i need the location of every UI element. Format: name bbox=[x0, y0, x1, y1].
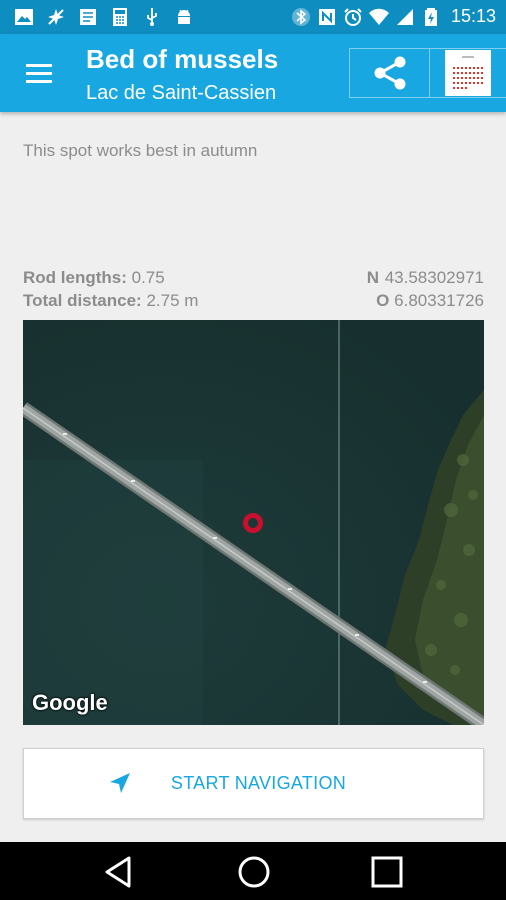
signal-icon bbox=[396, 8, 413, 25]
total-distance-value: 2.75 m bbox=[146, 291, 199, 310]
satellite-map[interactable]: Google bbox=[23, 320, 484, 725]
latitude-row: N 43.58302971 bbox=[367, 266, 484, 289]
rod-lengths-value: 0.75 bbox=[131, 268, 165, 287]
android-icon bbox=[178, 9, 190, 24]
total-distance-label: Total distance: bbox=[23, 291, 142, 310]
app-bar: Bed of mussels Lac de Saint-Cassien bbox=[0, 34, 506, 112]
start-navigation-button[interactable]: START NAVIGATION bbox=[23, 748, 484, 819]
notes-icon bbox=[80, 9, 96, 25]
hamburger-icon bbox=[26, 64, 52, 83]
rod-lengths-row: Rod lengths: 0.75 bbox=[23, 266, 198, 289]
google-attribution: Google bbox=[32, 690, 108, 715]
page-title: Bed of mussels bbox=[86, 44, 279, 74]
total-distance-row: Total distance: 2.75 m bbox=[23, 289, 198, 312]
rod-lengths-label: Rod lengths: bbox=[23, 268, 127, 287]
nfc-icon bbox=[318, 8, 335, 25]
menu-button[interactable] bbox=[18, 56, 58, 90]
longitude-value: 6.80331726 bbox=[394, 291, 484, 310]
navigation-arrow-icon bbox=[110, 773, 130, 793]
spot-coordinates: N 43.58302971 O 6.80331726 bbox=[367, 266, 484, 312]
system-navigation-bar bbox=[0, 842, 506, 900]
image-icon bbox=[15, 9, 33, 25]
alarm-icon bbox=[344, 7, 362, 26]
clock: 15:13 bbox=[450, 6, 496, 26]
calendar-button[interactable] bbox=[429, 48, 506, 98]
battery-icon bbox=[424, 7, 437, 26]
latitude-label: N bbox=[366, 268, 379, 287]
calendar-icon bbox=[445, 50, 491, 96]
longitude-row: O 6.80331726 bbox=[367, 289, 484, 312]
gps-off-icon bbox=[48, 9, 64, 25]
spot-measurements: Rod lengths: 0.75 Total distance: 2.75 m bbox=[23, 266, 198, 312]
usb-icon bbox=[147, 8, 157, 26]
start-navigation-label: START NAVIGATION bbox=[170, 773, 347, 793]
share-button[interactable] bbox=[349, 48, 429, 98]
share-icon bbox=[374, 56, 405, 90]
bluetooth-icon bbox=[291, 7, 310, 26]
back-icon[interactable] bbox=[101, 855, 137, 889]
calculator-icon bbox=[113, 8, 127, 26]
page-subtitle: Lac de Saint-Cassien bbox=[86, 82, 277, 104]
spot-description: This spot works best in autumn bbox=[23, 141, 258, 160]
home-icon[interactable] bbox=[236, 855, 272, 889]
recents-icon[interactable] bbox=[369, 855, 405, 889]
wifi-icon bbox=[368, 8, 389, 25]
latitude-value: 43.58302971 bbox=[384, 268, 484, 287]
status-bar: 15:13 bbox=[0, 0, 506, 34]
map-imagery bbox=[23, 320, 484, 725]
longitude-label: O bbox=[376, 291, 390, 310]
